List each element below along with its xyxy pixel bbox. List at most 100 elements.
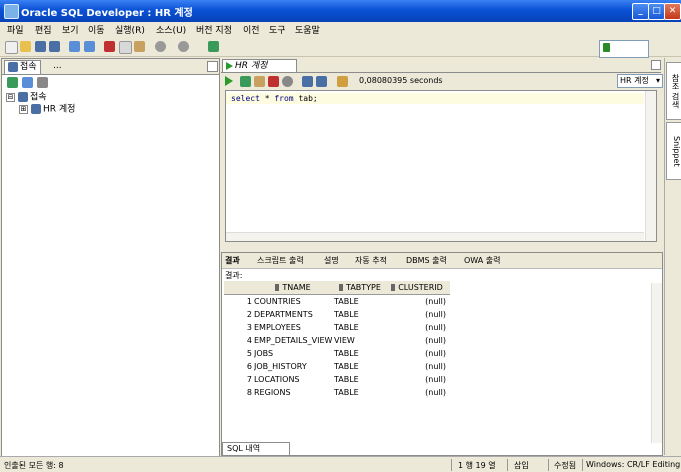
grid-header: TNAME TABTYPE CLUSTERID xyxy=(224,281,450,295)
minimize-panel-button[interactable] xyxy=(207,61,218,72)
tab-snippets[interactable]: Snippet xyxy=(666,122,681,180)
table-row[interactable]: 5 JOBS TABLE (null) xyxy=(224,347,450,360)
run-script-icon[interactable] xyxy=(240,76,251,87)
download-icon xyxy=(603,43,610,52)
status-divider xyxy=(451,459,452,471)
status-cursor-position: 1 행 19 열 xyxy=(458,461,496,470)
tree-item-connections[interactable]: ⊟ 접속 xyxy=(6,92,47,104)
sql-worksheet: HR 계정 0,08080395 seconds HR 계정 ▾ select *… xyxy=(221,58,663,248)
tab-script-output[interactable]: 스크립트 출력 xyxy=(257,255,304,266)
tab-autotrace[interactable]: 자동 추적 xyxy=(355,255,387,266)
sql-line-1: select * from tab; xyxy=(231,94,318,103)
tab-hr-worksheet[interactable]: HR 계정 xyxy=(222,59,297,72)
run-statement-icon[interactable] xyxy=(225,76,233,86)
title-bar: Oracle SQL Developer : HR 계정 _ □ ✕ xyxy=(0,0,681,22)
results-label: 결과: xyxy=(225,271,243,280)
table-row[interactable]: 4 EMP_DETAILS_VIEW VIEW (null) xyxy=(224,334,450,347)
rollback-icon[interactable] xyxy=(268,76,279,87)
new-icon[interactable] xyxy=(5,41,18,54)
connection-select[interactable]: HR 계정 ▾ xyxy=(617,74,663,88)
navigator-tabs: 접속 ... xyxy=(2,59,219,75)
table-row[interactable]: 8 REGIONS TABLE (null) xyxy=(224,386,450,399)
tab-owa-output[interactable]: OWA 출력 xyxy=(464,255,501,266)
menu-migration[interactable]: 이전 xyxy=(243,23,260,36)
tab-list-dropdown[interactable] xyxy=(651,60,661,70)
table-row[interactable]: 2 DEPARTMENTS TABLE (null) xyxy=(224,308,450,321)
forward-icon[interactable] xyxy=(178,41,189,52)
column-header-tabtype[interactable]: TABTYPE xyxy=(334,281,386,294)
table-row[interactable]: 7 LOCATIONS TABLE (null) xyxy=(224,373,450,386)
menu-versioning[interactable]: 버전 지정 xyxy=(196,23,232,36)
filter-icon[interactable] xyxy=(37,77,48,88)
menu-navigate[interactable]: 이동 xyxy=(88,23,105,36)
main-toolbar xyxy=(0,38,681,57)
explain-plan-icon[interactable] xyxy=(302,76,313,87)
results-panel: 결과 스크립트 출력 설명 자동 추적 DBMS 출력 OWA 출력 결과: T… xyxy=(221,252,663,456)
tab-reference-search[interactable]: 참조 검색 xyxy=(666,62,681,120)
commit-icon[interactable] xyxy=(254,76,265,87)
status-rows-fetched: 인출된 모든 행: 8 xyxy=(4,461,64,470)
sql-code-editor[interactable]: select * from tab; xyxy=(225,90,657,242)
menu-help[interactable]: 도움말 xyxy=(295,23,320,36)
window-title: Oracle SQL Developer : HR 계정 xyxy=(21,8,193,19)
tab-connections[interactable]: 접속 xyxy=(4,60,41,74)
extension-search-box[interactable] xyxy=(599,40,649,58)
worksheet-icon xyxy=(226,61,233,70)
save-icon[interactable] xyxy=(35,41,46,52)
tab-results[interactable]: 결과 xyxy=(225,255,240,266)
worksheet-toolbar: 0,08080395 seconds xyxy=(221,72,661,89)
collapse-icon[interactable]: ⊟ xyxy=(6,92,15,102)
menu-bar: 파일 편집 보기 이동 실행(R) 소스(U) 버전 지정 이전 도구 도움말 xyxy=(0,22,681,37)
tab-dbms-output[interactable]: DBMS 출력 xyxy=(406,255,447,266)
open-folder-icon[interactable] xyxy=(20,41,31,52)
menu-tools[interactable]: 도구 xyxy=(269,23,286,36)
undo-icon[interactable] xyxy=(69,41,80,52)
menu-source[interactable]: 소스(U) xyxy=(156,23,186,36)
menu-file[interactable]: 파일 xyxy=(7,23,24,36)
menu-view[interactable]: 보기 xyxy=(62,23,79,36)
column-header-tname[interactable]: TNAME xyxy=(254,281,332,294)
column-header-clusterid[interactable]: CLUSTERID xyxy=(388,281,446,294)
menu-run[interactable]: 실행(R) xyxy=(115,23,145,36)
sort-icon xyxy=(339,284,344,291)
sort-icon xyxy=(391,284,396,291)
sql-worksheet-icon[interactable] xyxy=(208,41,219,52)
table-row[interactable]: 3 EMPLOYEES TABLE (null) xyxy=(224,321,450,334)
status-line-endings: Windows: CR/LF Editing xyxy=(586,460,681,469)
cancel-icon[interactable] xyxy=(282,76,293,87)
refresh-icon[interactable] xyxy=(22,77,33,88)
status-modified: 수정됨 xyxy=(554,461,577,470)
status-divider xyxy=(582,459,583,471)
tree-item-hr-connection[interactable]: ⊞ HR 계정 xyxy=(19,104,75,116)
table-row[interactable]: 6 JOB_HISTORY TABLE (null) xyxy=(224,360,450,373)
tab-files[interactable]: ... xyxy=(50,60,65,73)
redo-icon[interactable] xyxy=(84,41,95,52)
add-connection-icon[interactable] xyxy=(7,77,18,88)
connections-icon xyxy=(8,61,18,72)
main-window: Oracle SQL Developer : HR 계정 _ □ ✕ 파일 편집… xyxy=(0,0,681,472)
table-row[interactable]: 1 COUNTRIES TABLE (null) xyxy=(224,295,450,308)
results-vertical-scrollbar[interactable] xyxy=(651,283,662,443)
maximize-button[interactable]: □ xyxy=(648,3,665,20)
paste-icon[interactable] xyxy=(134,41,145,52)
menu-edit[interactable]: 편집 xyxy=(35,23,52,36)
back-icon[interactable] xyxy=(155,41,166,52)
tab-explain[interactable]: 설명 xyxy=(324,255,339,266)
editor-vertical-scrollbar[interactable] xyxy=(645,91,656,241)
database-icon xyxy=(31,104,41,114)
autotrace-icon[interactable] xyxy=(316,76,327,87)
clear-icon[interactable] xyxy=(337,76,348,87)
expand-icon[interactable]: ⊞ xyxy=(19,104,28,114)
cut-icon[interactable] xyxy=(104,41,115,52)
status-bar: 인출된 모든 행: 8 1 행 19 열 삽입 수정됨 Windows: CR/… xyxy=(0,456,681,472)
minimize-button[interactable]: _ xyxy=(632,3,649,20)
copy-icon[interactable] xyxy=(119,41,132,54)
app-icon xyxy=(4,4,19,19)
save-all-icon[interactable] xyxy=(49,41,60,52)
status-divider xyxy=(507,459,508,471)
status-divider xyxy=(548,459,549,471)
editor-horizontal-scrollbar[interactable] xyxy=(226,232,644,241)
close-button[interactable]: ✕ xyxy=(664,3,681,20)
sort-icon xyxy=(275,284,280,291)
tab-sql-history[interactable]: SQL 내역 xyxy=(222,442,290,456)
